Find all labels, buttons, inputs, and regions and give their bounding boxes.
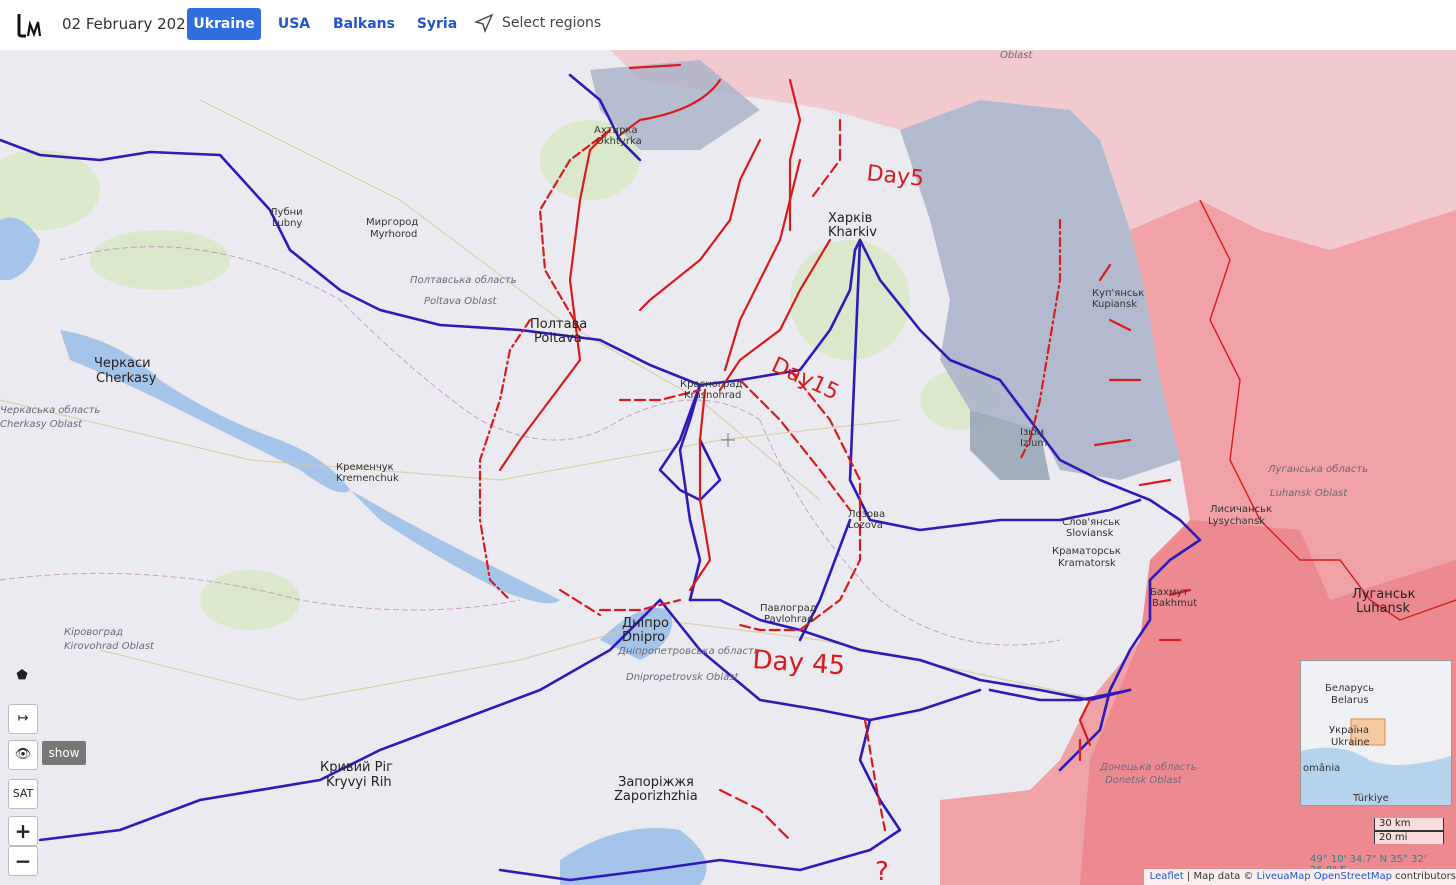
region-label: Луганська область	[1267, 463, 1368, 475]
city-label: Pavlohrad	[764, 614, 813, 625]
region-label: Полтавська область	[410, 274, 517, 286]
city-label: Zaporizhzhia	[614, 789, 698, 804]
draw-polygon-icon[interactable]: ⬟	[8, 662, 36, 690]
region-label: Cherkasy Oblast	[0, 419, 83, 430]
top-bar: 02 February 2023 Ukraine USA Balkans Syr…	[0, 0, 1456, 50]
city-label: Кривий Ріг	[320, 760, 393, 775]
city-label: Lysychansk	[1208, 516, 1265, 527]
city-label: Краматорськ	[1052, 546, 1121, 557]
city-label: Kharkiv	[828, 225, 877, 240]
minimap-label: Belarus	[1331, 695, 1369, 706]
tab-ukraine[interactable]: Ukraine	[187, 8, 261, 40]
city-label: Kremenchuk	[336, 473, 399, 484]
minimap-label: Україна	[1329, 725, 1370, 736]
city-label: Lozova	[848, 520, 883, 531]
region-label: Донецька область	[1099, 761, 1197, 773]
city-label: Харків	[828, 211, 872, 226]
city-label: Ізюм	[1020, 427, 1044, 438]
minimap-label: omânia	[1303, 763, 1341, 774]
annotation-question: ?	[875, 857, 889, 885]
city-label: Sloviansk	[1066, 528, 1114, 539]
city-label: Красноград	[680, 379, 742, 390]
city-label: Kupiansk	[1092, 299, 1137, 310]
city-label: Cherkasy	[96, 371, 157, 386]
city-label: Куп'янськ	[1092, 288, 1144, 299]
city-label: Кременчук	[336, 462, 394, 473]
region-label: Dnipropetrovsk Oblast	[626, 672, 739, 683]
city-label: Лисичанськ	[1210, 504, 1272, 515]
liveuamap-logo[interactable]	[16, 12, 44, 42]
minimap[interactable]: Беларусь Belarus Україна Ukraine omânia …	[1300, 660, 1452, 806]
city-label: Бахмут	[1150, 587, 1188, 598]
city-label: Poltava	[534, 331, 582, 346]
city-label: Миргород	[366, 217, 418, 228]
city-label: Krasnohrad	[684, 390, 741, 401]
scale-km: 30 km	[1374, 818, 1444, 831]
scale-mi: 20 mi	[1374, 831, 1444, 844]
city-label: Lubny	[272, 218, 302, 229]
region-label: Кіровоград	[64, 626, 123, 638]
region-label: Luhansk Oblast	[1270, 488, 1348, 499]
minimap-label: Беларусь	[1325, 683, 1375, 694]
date-label: 02 February 2023	[62, 15, 196, 33]
satellite-toggle[interactable]: SAT	[8, 779, 38, 809]
leaflet-link[interactable]: Leaflet	[1150, 871, 1184, 882]
city-label: Запоріжжя	[618, 775, 694, 790]
city-label: Полтава	[530, 317, 587, 332]
city-label: Павлоград	[760, 603, 817, 614]
city-label: Bakhmut	[1152, 598, 1197, 609]
zoom-in-button[interactable]: +	[8, 816, 38, 846]
region-label: Kirovohrad Oblast	[64, 641, 155, 652]
city-label: Myrhorod	[370, 229, 417, 240]
city-label: Dnipro	[622, 630, 665, 645]
tab-usa[interactable]: USA	[272, 8, 316, 40]
city-label: Лозова	[848, 509, 885, 520]
city-label: Ахтирка	[594, 125, 638, 136]
tab-syria[interactable]: Syria	[412, 8, 462, 40]
city-label: Kryvyi Rih	[326, 775, 392, 790]
osm-link[interactable]: LiveuaMap OpenStreetMap	[1257, 871, 1392, 882]
measure-icon[interactable]: ↦	[8, 704, 38, 734]
city-label: Черкаси	[94, 356, 151, 371]
region-label: Дніпропетровська область	[617, 645, 760, 657]
city-label: Дніпро	[622, 616, 669, 631]
city-label: Okhtyrka	[596, 136, 642, 147]
zoom-out-button[interactable]: −	[8, 846, 38, 876]
city-label: Луганськ	[1352, 587, 1416, 602]
region-label: Oblast	[1000, 50, 1033, 61]
city-label: Kramatorsk	[1058, 558, 1116, 569]
city-label: Izium	[1020, 438, 1047, 449]
minimap-graphic	[1301, 661, 1451, 805]
navigation-arrow-icon	[473, 13, 494, 34]
region-label: Черкаська область	[0, 404, 100, 416]
map-canvas[interactable]: Day5 Day15 Day 45 ? Полтавська область P…	[0, 50, 1456, 885]
attribution-text: | Map data ©	[1183, 871, 1257, 882]
scale-bar: 30 km 20 mi	[1374, 818, 1444, 844]
minimap-label: Ukraine	[1331, 737, 1370, 748]
tab-balkans[interactable]: Balkans	[330, 8, 398, 40]
minimap-label: Türkiye	[1353, 793, 1389, 804]
region-label: Donetsk Oblast	[1105, 775, 1183, 786]
city-label: Лубни	[270, 207, 303, 218]
attribution: Leaflet | Map data © LiveuaMap OpenStree…	[1143, 869, 1456, 885]
hide-eye-icon[interactable]: 👁	[8, 740, 38, 770]
region-label: Poltava Oblast	[424, 296, 498, 307]
attribution-suffix: contributors	[1392, 871, 1456, 882]
select-regions-label: Select regions	[502, 15, 602, 31]
city-label: Luhansk	[1356, 601, 1410, 616]
show-button[interactable]: show	[42, 741, 86, 765]
city-label: Слов'янськ	[1062, 517, 1120, 528]
select-regions-button[interactable]: Select regions	[473, 13, 602, 34]
